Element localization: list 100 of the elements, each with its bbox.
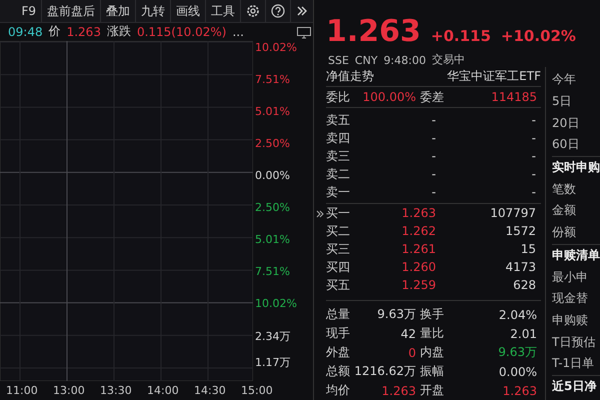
side-label: 份额	[552, 224, 577, 242]
time-label: 15:00	[241, 384, 274, 397]
percent-text: +10.02%	[500, 27, 576, 45]
monitor-icon[interactable]	[297, 26, 311, 39]
stat-value: 9.63万	[497, 344, 537, 361]
stat-value: 1216.62万	[354, 363, 416, 380]
bid-price: 1.260	[400, 260, 436, 274]
stat-label: 开盘	[419, 382, 445, 399]
stat-label: 现手	[326, 325, 351, 342]
price-value: 1.263	[66, 24, 101, 39]
diff-value: 114185	[490, 90, 537, 104]
side-label: 今年	[552, 71, 577, 88]
stat-label: 外盘	[326, 344, 351, 361]
time-label: 13:00	[53, 384, 86, 397]
time-text: 09:48	[8, 24, 43, 39]
stat-label: 总额	[326, 363, 351, 380]
change-value: 0.115(10.02%)	[136, 24, 226, 39]
side-label: 现金替	[552, 290, 589, 308]
side-label: 笔数	[552, 180, 577, 198]
time-label: 11:00	[6, 384, 39, 397]
time-text: 9:48:00	[384, 54, 426, 67]
ask-label: 卖二	[326, 166, 351, 182]
toolbar-button[interactable]: 九转	[136, 0, 171, 22]
axis-label: 1.17万	[254, 354, 292, 371]
bid-volume: 107797	[489, 206, 536, 220]
side-label: 5日	[552, 93, 573, 110]
side-label: T日预估	[552, 334, 596, 351]
stat-label: 量比	[419, 325, 445, 342]
ask-price: -	[430, 185, 436, 199]
stat-label: 换手	[419, 306, 445, 323]
side-label: 20日	[552, 114, 580, 132]
stat-value: 2.04%	[498, 308, 537, 322]
ask-price: -	[430, 149, 436, 163]
ask-volume: -	[530, 113, 536, 127]
axis-label: 5.01%	[254, 233, 291, 248]
ask-volume: -	[530, 149, 536, 163]
ask-volume: -	[530, 185, 536, 199]
ask-label: 卖三	[326, 148, 351, 164]
toolbar-button[interactable]: 盘前盘后	[42, 0, 101, 22]
axis-label: 10.02%	[254, 40, 298, 56]
side-label: 60日	[552, 136, 580, 154]
bid-label: 买二	[326, 222, 351, 240]
ratio-value: 100.00%	[362, 90, 416, 104]
ask-price: -	[430, 113, 436, 127]
bid-label: 买三	[326, 240, 351, 258]
time-label: 14:00	[147, 384, 180, 397]
price-label: 价	[48, 23, 61, 40]
axis-label: 10.02%	[254, 297, 298, 312]
ratio-label: 委比	[326, 88, 351, 106]
stat-value: 9.63万	[376, 306, 416, 323]
diff-label: 委差	[419, 88, 445, 106]
axis-label: 2.34万	[254, 329, 292, 346]
bid-label: 买一	[326, 204, 351, 222]
axis-label: 7.51%	[254, 72, 291, 88]
toolbar-button[interactable]: 工具	[206, 0, 241, 22]
bid-volume: 628	[512, 278, 536, 292]
axis-label: 2.50%	[254, 201, 291, 216]
price-text: 1.263	[326, 14, 421, 49]
stat-label: 振幅	[419, 363, 445, 380]
section-header: 近5日净	[552, 374, 600, 398]
status-text: 交易中	[432, 52, 465, 67]
stat-value: 0.00%	[498, 364, 537, 378]
bid-price: 1.261	[400, 242, 436, 256]
section-header: 申赎清单	[552, 244, 600, 266]
toolbar-button[interactable]: F9	[16, 0, 42, 22]
stat-label: 总量	[326, 306, 351, 323]
ask-label: 卖四	[326, 130, 351, 146]
stat-value: 42	[400, 326, 416, 340]
nav-trend-label: 净值走势	[326, 68, 374, 85]
bid-price: 1.263	[400, 206, 436, 220]
currency-text: CNY	[354, 54, 378, 67]
expand-icon[interactable]	[316, 210, 324, 218]
toolbar-button[interactable]: 叠加	[101, 0, 136, 22]
axis-label: 5.01%	[254, 104, 291, 120]
stat-value: 1.263	[502, 384, 537, 398]
ask-label: 卖一	[326, 184, 351, 200]
ask-label: 卖五	[326, 112, 351, 128]
toolbar-button[interactable]: 画线	[171, 0, 206, 22]
axis-label: 0.00%	[254, 168, 291, 184]
axis-label: 7.51%	[254, 265, 291, 280]
stat-label: 内盘	[419, 344, 445, 361]
bid-volume: 1572	[504, 224, 536, 238]
stat-label: 均价	[326, 382, 351, 399]
ask-price: -	[430, 167, 436, 181]
ask-volume: -	[530, 167, 536, 181]
bid-volume: 4173	[504, 260, 536, 274]
stat-value: 1.263	[380, 384, 416, 398]
axis-label: 2.50%	[254, 136, 291, 152]
bid-label: 买五	[326, 276, 351, 294]
more-text: ...	[232, 24, 244, 39]
change-label: 涨跌	[106, 23, 131, 40]
section-header: 实时申购	[552, 156, 600, 178]
stat-value: 2.01	[509, 326, 537, 340]
ask-price: -	[430, 131, 436, 145]
bid-price: 1.259	[400, 278, 436, 292]
bid-volume: 15	[520, 242, 536, 256]
bid-label: 买四	[326, 258, 351, 276]
side-label: 最小申	[552, 268, 589, 286]
side-label: 金额	[552, 202, 577, 220]
stat-value: 0	[407, 346, 416, 360]
